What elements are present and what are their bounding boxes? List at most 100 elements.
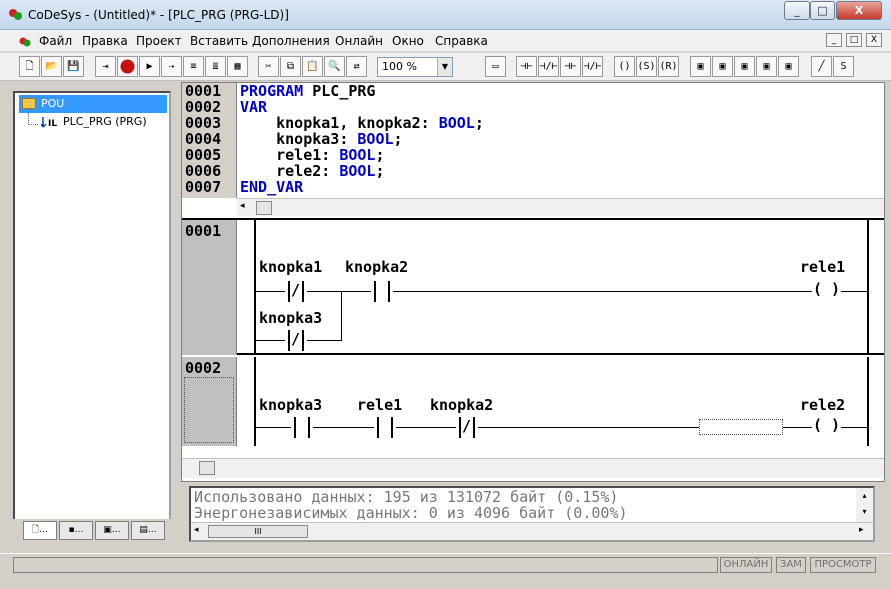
parallel-contact-icon[interactable]: ⊣⊢ [560, 56, 581, 77]
contact-label: knopka1 [259, 258, 323, 276]
step-over-icon[interactable]: ≣ [205, 56, 226, 77]
login-icon[interactable]: ⇥ [95, 56, 116, 77]
monitor-icon[interactable]: ▦ [227, 56, 248, 77]
contact-rele1[interactable] [374, 417, 396, 438]
negated-contact-slash: / [291, 330, 301, 348]
message-hscrollbar[interactable]: ◂ III ▸ [191, 522, 873, 540]
insertion-placeholder[interactable] [699, 419, 783, 435]
branch-line [341, 291, 342, 341]
function-block-icon[interactable]: ▣ [734, 56, 755, 77]
close-button[interactable]: X [836, 1, 882, 20]
menu-extras[interactable]: Дополнения [252, 34, 330, 48]
tab-pou[interactable]: 🗋… [23, 521, 57, 540]
menu-file[interactable]: Файл [39, 34, 72, 48]
line-icon[interactable]: ╱ [811, 56, 832, 77]
contact-knopka3[interactable] [291, 417, 313, 438]
scrollbar-thumb[interactable] [199, 461, 215, 475]
replace-icon[interactable]: ⇄ [346, 56, 367, 77]
ladder-hscrollbar[interactable] [182, 458, 884, 478]
paste-icon[interactable]: 📋 [302, 56, 323, 77]
stop-icon[interactable] [117, 56, 138, 77]
comment-icon[interactable]: ▭ [485, 56, 506, 77]
declaration-pane[interactable]: 0001 0002 0003 0004 0005 0006 0007 PROGR… [182, 83, 884, 198]
contact-label: knopka3 [259, 396, 323, 414]
menu-window[interactable]: Окно [392, 34, 424, 48]
zoom-value: 100 % [382, 60, 417, 73]
scrollbar-thumb[interactable]: III [208, 525, 308, 538]
status-field-main [13, 557, 718, 573]
find-icon[interactable]: 🔍 [324, 56, 345, 77]
folder-icon [22, 98, 36, 109]
minimize-button[interactable]: _ [784, 1, 810, 20]
tree-connector [28, 124, 38, 125]
coil-label: rele2 [800, 396, 846, 414]
mdi-restore-button[interactable]: □ [846, 33, 862, 47]
maximize-button[interactable]: □ [810, 1, 835, 20]
coil-rele2[interactable]: ( ) [812, 416, 842, 434]
line-number: 0001 [185, 82, 222, 100]
reset-coil-icon[interactable]: (R) [658, 56, 679, 77]
breakpoint-icon[interactable]: ≡ [183, 56, 204, 77]
message-line: Энергонезависимых данных: 0 из 4096 байт… [194, 504, 628, 522]
menu-edit[interactable]: Правка [82, 34, 128, 48]
coil-icon[interactable]: () [614, 56, 635, 77]
code-line: knopka1, knopka2: BOOL; [240, 114, 484, 132]
chevron-down-icon[interactable]: ▼ [437, 58, 452, 76]
line-numbers: 0001 0002 0003 0004 0005 0006 0007 [182, 83, 237, 198]
scroll-left-icon[interactable]: ◂ [240, 201, 245, 211]
line-number: 0003 [185, 114, 222, 132]
coil-rele1[interactable]: ( ) [812, 280, 842, 298]
contact-knopka2[interactable] [371, 281, 393, 302]
scroll-right-icon[interactable]: ▸ [859, 525, 864, 535]
contact-knopka1[interactable]: / [285, 281, 307, 302]
left-power-rail [254, 220, 256, 355]
mdi-close-button[interactable]: X [866, 33, 882, 47]
ld-editor[interactable]: 0001 0002 0003 0004 0005 0006 0007 PROGR… [181, 82, 885, 482]
network-2[interactable]: knopka3 rele1 knopka2 / rele2 ( ) [237, 357, 884, 446]
step-icon[interactable]: ⇢ [161, 56, 182, 77]
negated-contact-icon[interactable]: ⊣/⊢ [538, 56, 559, 77]
box-enable-icon[interactable]: ▣ [712, 56, 733, 77]
ladder-body[interactable]: 0001 knopka1 / knopka2 knopka3 / rele1 (… [182, 218, 884, 446]
cut-icon[interactable]: ✂ [258, 56, 279, 77]
run-icon[interactable]: ▶ [139, 56, 160, 77]
mdi-minimize-button[interactable]: _ [826, 33, 842, 47]
parallel-negated-contact-icon[interactable]: ⊣/⊢ [582, 56, 603, 77]
open-icon[interactable]: 📂 [41, 56, 62, 77]
menu-online[interactable]: Онлайн [335, 34, 383, 48]
scrollbar-thumb[interactable] [256, 201, 272, 215]
menu-help[interactable]: Справка [435, 34, 488, 48]
tree-item-plc-prg[interactable]: PLC_PRG (PRG) [63, 115, 147, 128]
message-window[interactable]: Использовано данных: 195 из 131072 байт … [189, 486, 875, 542]
object-tree-tabs: 🗋… ▪… ▣… ▤… [13, 519, 171, 541]
save-icon[interactable]: 💾 [63, 56, 84, 77]
contact-knopka3[interactable]: / [285, 330, 307, 351]
network-1[interactable]: knopka1 / knopka2 knopka3 / rele1 () [237, 220, 884, 355]
new-icon[interactable]: 🗋 [19, 56, 40, 77]
copy-icon[interactable]: ⧉ [280, 56, 301, 77]
tree-item-pou[interactable]: POU [19, 95, 167, 113]
tab-data-types[interactable]: ▪… [59, 521, 93, 540]
network-selection-box [184, 377, 234, 443]
line-number: 0006 [185, 162, 222, 180]
menu-project[interactable]: Проект [136, 34, 182, 48]
return-icon[interactable]: ▣ [778, 56, 799, 77]
contact-icon[interactable]: ⊣⊢ [516, 56, 537, 77]
declaration-hscrollbar[interactable]: ◂ [237, 198, 884, 216]
menu-bar: Файл Правка Проект Вставить Дополнения О… [0, 30, 891, 52]
message-vscrollbar[interactable]: ▴ ▾ [856, 488, 873, 522]
contact-knopka2[interactable]: / [456, 417, 478, 438]
zoom-select[interactable]: 100 % ▼ [377, 57, 453, 77]
contact-label: knopka2 [345, 258, 409, 276]
scroll-left-icon[interactable]: ◂ [194, 525, 199, 535]
network-number: 0001 [185, 222, 222, 240]
jump-icon[interactable]: ▣ [756, 56, 777, 77]
set-reset-icon[interactable]: S [833, 56, 854, 77]
tab-resources[interactable]: ▤… [131, 521, 165, 540]
menu-insert[interactable]: Вставить [190, 34, 248, 48]
doc-icon [17, 34, 33, 48]
box-icon[interactable]: ▣ [690, 56, 711, 77]
object-tree[interactable]: POU IL PLC_PRG (PRG) [13, 91, 171, 539]
set-coil-icon[interactable]: (S) [636, 56, 657, 77]
tab-visualizations[interactable]: ▣… [95, 521, 129, 540]
